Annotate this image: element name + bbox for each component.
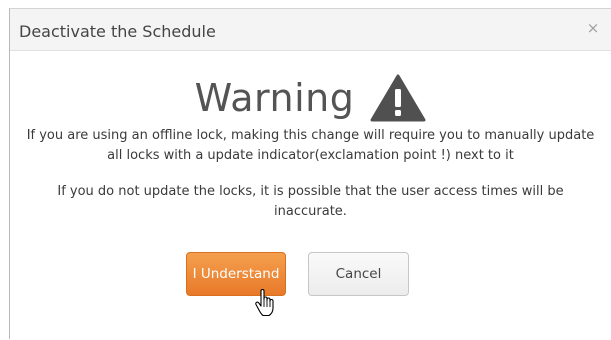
warning-header: Warning (10, 72, 611, 124)
warning-message-offline-lock: If you are using an offline lock, making… (26, 128, 595, 163)
dialog-title: Deactivate the Schedule (19, 22, 216, 41)
warning-heading: Warning (194, 76, 355, 120)
close-button[interactable]: × (585, 19, 601, 37)
dialog-header: Deactivate the Schedule × (10, 9, 611, 51)
warning-triangle-icon (370, 74, 426, 122)
dialog-body: Warning If you are using an offline lock… (10, 52, 611, 340)
deactivate-schedule-dialog: Deactivate the Schedule × Warning If you… (9, 8, 611, 339)
warning-message-access-times: If you do not update the locks, it is po… (57, 184, 564, 219)
cancel-button[interactable]: Cancel (308, 252, 409, 296)
close-icon: × (586, 19, 600, 37)
hand-pointer-cursor-icon (255, 289, 274, 317)
